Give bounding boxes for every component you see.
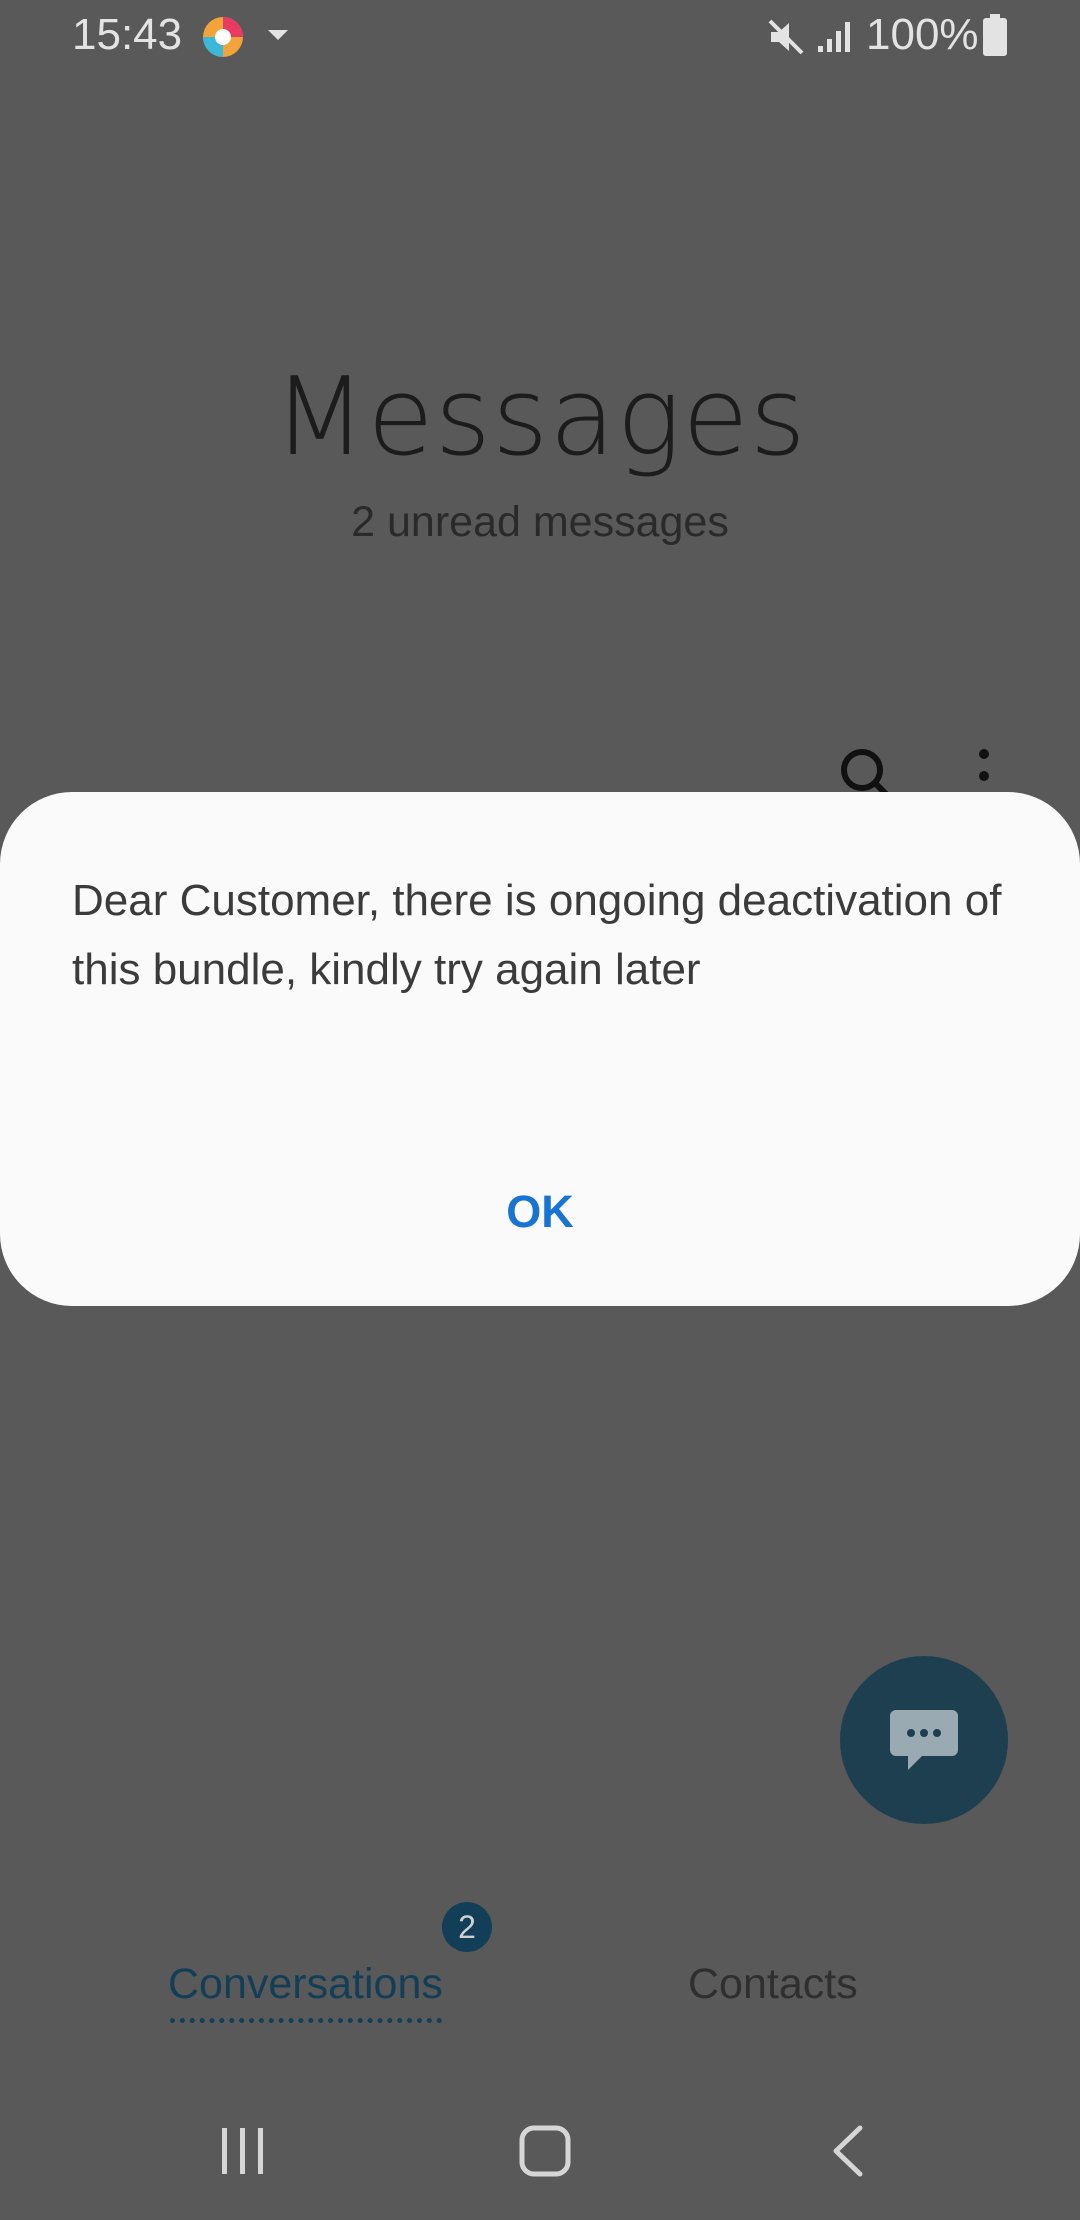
back-icon[interactable] (826, 2124, 872, 2178)
dropdown-arrow-icon (268, 30, 288, 40)
app-notification-icon (203, 17, 243, 57)
battery-icon (983, 14, 1007, 56)
status-time: 15:43 (72, 10, 183, 59)
active-tab-indicator (170, 2018, 442, 2023)
page-title: Messages (273, 355, 807, 480)
dialog-message: Dear Customer, there is ongoing deactiva… (72, 876, 1002, 994)
compose-button[interactable] (840, 1656, 1008, 1824)
tab-conversations-label: Conversations (168, 1960, 443, 2008)
home-icon[interactable] (518, 2124, 572, 2178)
compose-message-icon (890, 1710, 958, 1770)
signal-icon (818, 22, 850, 52)
ok-button[interactable]: OK (440, 1162, 640, 1262)
recents-icon[interactable] (218, 2126, 268, 2176)
unread-count: 2 unread messages (351, 498, 729, 546)
status-bar: 15:43 100% (0, 0, 1080, 74)
alert-dialog: Dear Customer, there is ongoing deactiva… (0, 792, 1080, 1306)
mute-icon (768, 19, 804, 55)
tab-contacts[interactable]: Contacts (688, 1960, 858, 2009)
battery-percent: 100% (866, 10, 979, 59)
tab-conversations[interactable]: Conversations 2 (168, 1902, 492, 2030)
unread-badge: 2 (442, 1902, 492, 1952)
